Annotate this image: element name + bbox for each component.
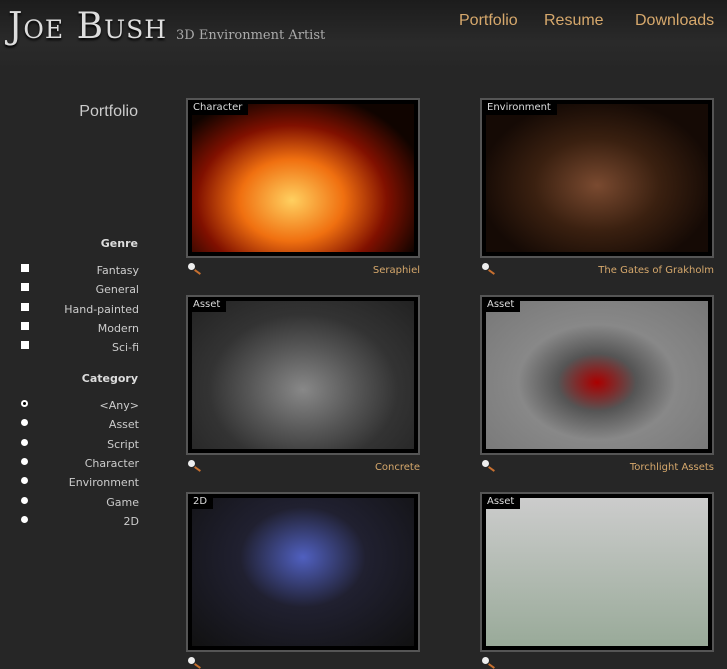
item-title[interactable]: The Gates of Grakholm [484,265,714,276]
page-title: Portfolio [79,103,138,120]
checkbox[interactable] [21,321,29,330]
nav-downloads[interactable]: Downloads [635,12,714,30]
category-option[interactable]: <Any> [20,399,139,415]
portfolio-card[interactable]: Character [186,98,420,258]
genre-option[interactable]: Hand-painted [20,302,139,319]
checkbox[interactable] [21,264,29,272]
thumbnail-image[interactable] [192,498,414,646]
portfolio-card[interactable]: Asset [480,295,714,455]
category-label: 2D [123,514,139,528]
category-tag: Environment [482,100,557,115]
category-label: Game [106,495,139,509]
category-option[interactable]: Character [20,457,139,473]
thumbnail-image[interactable] [486,498,708,646]
genre-label: Sci-fi [112,341,139,355]
category-tag: Asset [482,494,521,509]
portfolio-card[interactable]: 2D [186,492,420,652]
genre-label: Hand-painted [64,302,139,316]
category-option[interactable]: Script [20,438,139,454]
thumbnail-image[interactable] [486,301,708,449]
radio-button[interactable] [21,496,28,504]
category-option[interactable]: 2D [20,515,139,531]
radio-button[interactable] [21,477,28,485]
genre-heading: Genre [100,237,138,250]
portfolio-card[interactable]: Asset [480,492,714,652]
category-heading: Category [81,372,138,385]
radio-button[interactable] [21,400,28,407]
genre-option[interactable]: General [20,283,139,299]
checkbox[interactable] [21,302,29,311]
item-title[interactable]: Seraphiel [190,265,420,276]
thumbnail-image[interactable] [192,104,414,252]
category-tag: Character [188,100,249,115]
portfolio-card[interactable]: Asset [186,295,420,455]
category-label: Character [84,456,139,470]
category-label: Asset [108,418,139,432]
nav-portfolio[interactable]: Portfolio [459,12,518,30]
category-option[interactable]: Environment [20,476,139,492]
category-label: Environment [68,476,139,490]
category-tag: 2D [188,494,214,509]
radio-button[interactable] [21,457,28,465]
category-option[interactable]: Game [20,496,139,512]
thumbnail-image[interactable] [486,104,708,252]
nav-resume[interactable]: Resume [544,12,604,30]
zoom-icon[interactable] [188,657,200,669]
category-option[interactable]: Asset [20,418,139,434]
radio-button[interactable] [21,438,28,446]
genre-option[interactable]: Modern [20,321,139,338]
genre-label: General [95,283,139,297]
item-title[interactable]: Torchlight Assets [484,462,714,473]
zoom-icon[interactable] [482,657,494,669]
category-tag: Asset [482,297,521,312]
genre-label: Modern [97,321,139,335]
radio-button[interactable] [21,515,28,523]
checkbox[interactable] [21,283,29,292]
portfolio-card[interactable]: Environment [480,98,714,258]
logo[interactable]: Joe Bush [8,6,167,47]
thumbnail-image[interactable] [192,301,414,449]
radio-button[interactable] [21,419,28,427]
genre-label: Fantasy [96,264,139,277]
checkbox[interactable] [21,341,29,350]
tagline: 3D Environment Artist [176,28,326,43]
genre-option[interactable]: Fantasy [20,264,139,280]
category-label: Script [107,437,139,451]
genre-option[interactable]: Sci-fi [20,341,139,357]
category-label: <Any> [99,399,139,412]
item-title[interactable]: Concrete [190,462,420,473]
category-tag: Asset [188,297,227,312]
